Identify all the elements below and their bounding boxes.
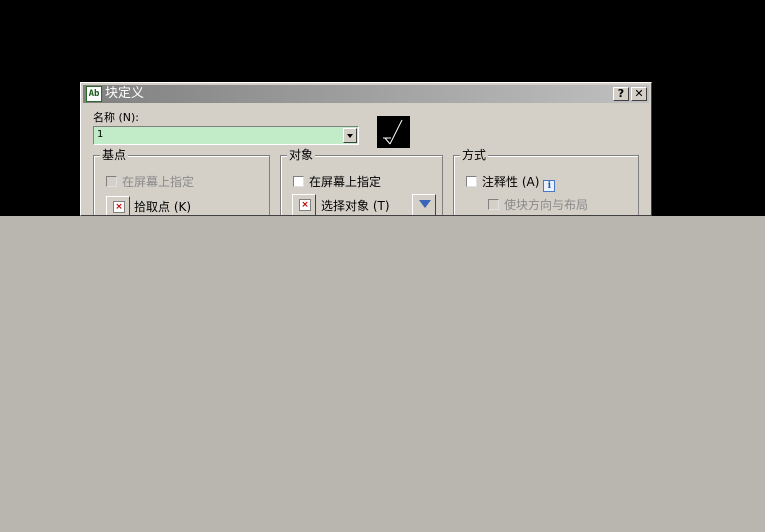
match-orientation-checkbox — [488, 199, 499, 210]
covered-region — [0, 216, 765, 532]
base-point-title: 基点 — [100, 147, 129, 163]
objects-specify-label[interactable]: 在屏幕上指定 — [309, 175, 381, 189]
close-button[interactable]: ✕ — [631, 87, 647, 101]
block-preview-glyph — [383, 119, 403, 145]
annotative-checkbox[interactable] — [466, 176, 477, 187]
objects-group: 对象 在屏幕上指定 × 选择对象 (T) — [280, 147, 443, 215]
match-orientation-label: 使块方向与布局 — [504, 198, 589, 212]
base-specify-label: 在屏幕上指定 — [122, 175, 195, 189]
title-bar[interactable]: Ab 块定义 ? ✕ — [83, 85, 649, 103]
select-objects-button[interactable]: × — [292, 194, 316, 215]
match-orientation-option: 使块方向与布局 — [488, 198, 588, 212]
name-combo[interactable]: 1 — [93, 126, 359, 145]
pick-point-icon: × — [113, 201, 125, 213]
block-preview — [377, 116, 410, 148]
chevron-down-icon[interactable] — [343, 128, 357, 143]
block-app-icon: Ab — [86, 86, 102, 102]
name-value[interactable]: 1 — [97, 129, 103, 140]
pick-point-label[interactable]: 拾取点 (K) — [134, 200, 191, 214]
annotative-option[interactable]: 注释性 (A) i — [466, 175, 556, 192]
base-specify-checkbox — [106, 176, 117, 187]
base-point-group: 基点 在屏幕上指定 × 拾取点 (K) — [93, 147, 270, 215]
quick-select-button[interactable] — [412, 194, 436, 215]
objects-title: 对象 — [287, 147, 316, 163]
select-objects-icon: × — [299, 199, 311, 211]
behavior-group: 方式 注释性 (A) i 使块方向与布局 — [453, 147, 639, 215]
block-definition-dialog: Ab 块定义 ? ✕ 名称 (N): 1 基点 在屏幕上指定 × 拾取点 (K)… — [80, 82, 652, 216]
objects-specify-on-screen[interactable]: 在屏幕上指定 — [293, 175, 381, 189]
name-label: 名称 (N): — [93, 111, 140, 124]
info-icon[interactable]: i — [543, 180, 556, 192]
dialog-title: 块定义 — [105, 86, 145, 101]
annotative-label[interactable]: 注释性 (A) — [482, 175, 539, 189]
behavior-title: 方式 — [460, 147, 489, 163]
select-objects-label[interactable]: 选择对象 (T) — [321, 199, 390, 213]
objects-specify-checkbox[interactable] — [293, 176, 304, 187]
pick-point-button[interactable]: × — [106, 196, 130, 215]
help-button[interactable]: ? — [613, 87, 629, 101]
base-specify-on-screen: 在屏幕上指定 — [106, 175, 194, 189]
filter-icon — [419, 200, 431, 208]
